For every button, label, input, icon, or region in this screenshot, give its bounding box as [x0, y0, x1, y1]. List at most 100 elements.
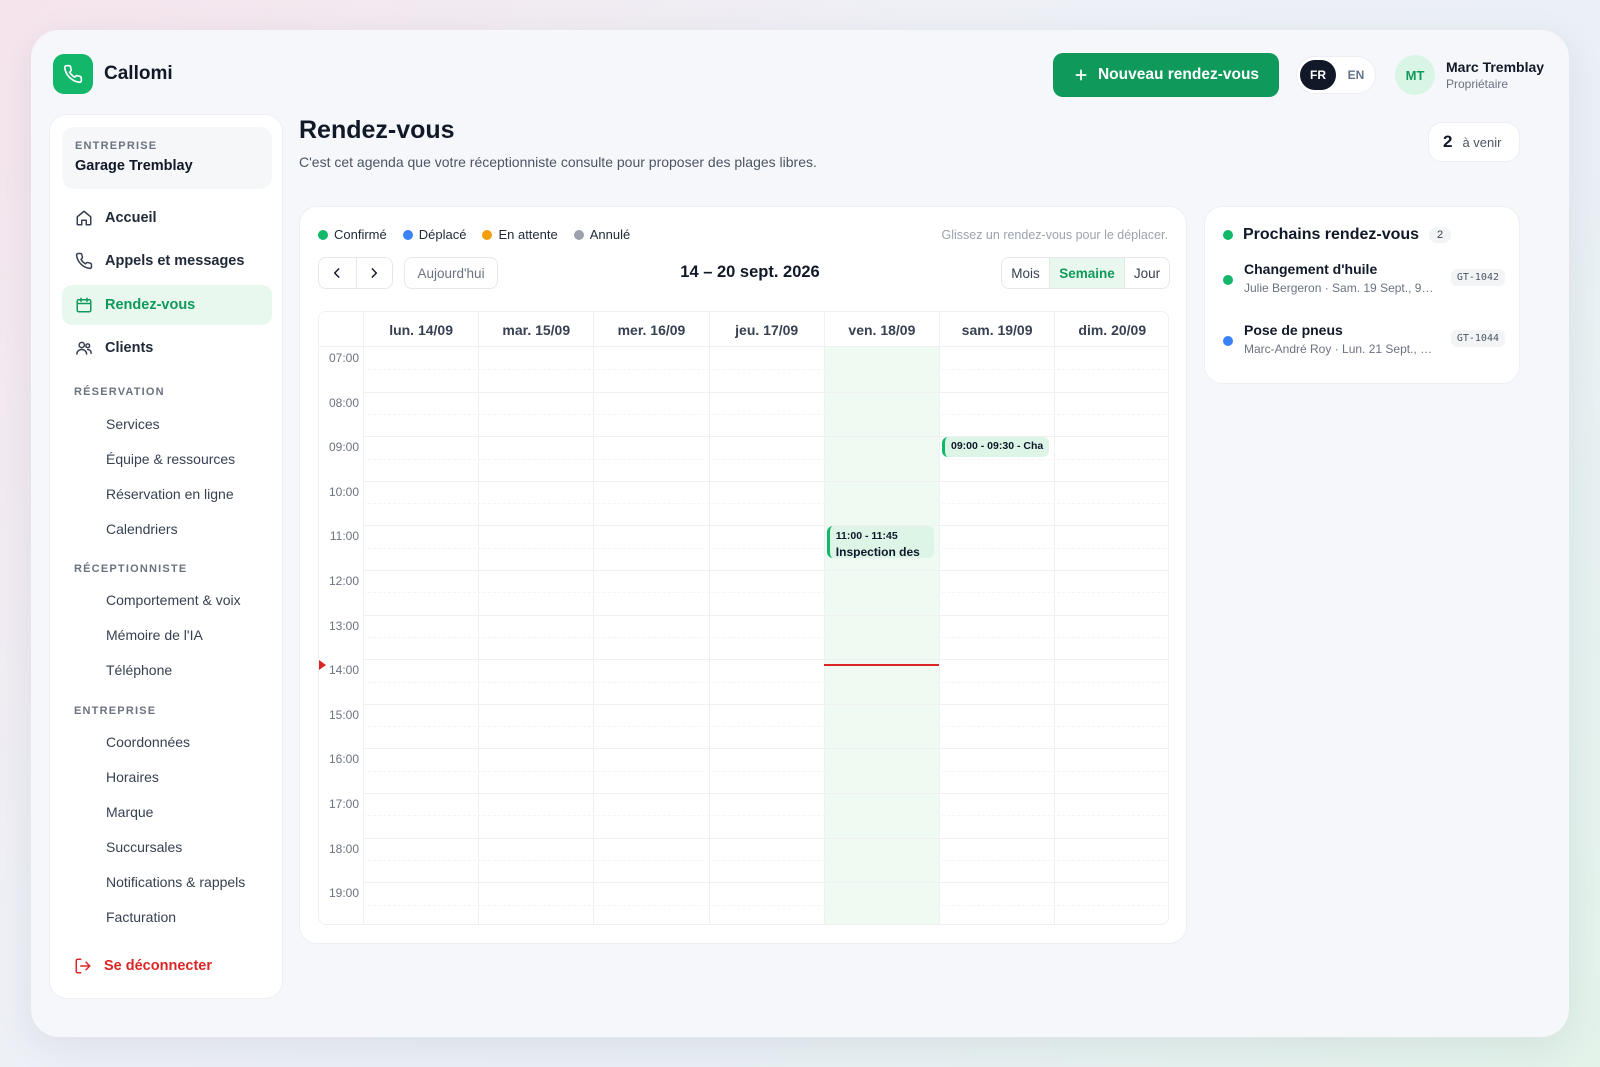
previous-week-button[interactable]: [319, 258, 356, 288]
upcoming-header: Prochains rendez-vous 2: [1223, 226, 1452, 244]
upcoming-item[interactable]: Pose de pneus Marc-André Roy · Lun. 21 S…: [1223, 322, 1505, 370]
sidebar-item-reservation-en-ligne[interactable]: Réservation en ligne: [106, 486, 234, 502]
day-header[interactable]: sam. 19/09: [939, 312, 1054, 347]
upcoming-panel: Prochains rendez-vous 2 Changement d'hui…: [1204, 206, 1520, 384]
sidebar-item-succursales[interactable]: Succursales: [106, 839, 182, 855]
date-range: 14 – 20 sept. 2026: [680, 263, 820, 281]
day-header[interactable]: mar. 15/09: [478, 312, 593, 347]
app-name: Callomi: [104, 63, 173, 84]
upcoming-count-badge: 2 à venir: [1428, 122, 1520, 162]
sidebar-item-clients[interactable]: Clients: [62, 328, 272, 368]
logout-button[interactable]: Se déconnecter: [74, 957, 212, 975]
sidebar-item-marque[interactable]: Marque: [106, 804, 153, 820]
sidebar-item-rendez-vous[interactable]: Rendez-vous: [62, 285, 272, 325]
logo[interactable]: [53, 54, 93, 94]
upcoming-count: 2: [1443, 132, 1453, 151]
sidebar-item-services[interactable]: Services: [106, 416, 160, 432]
today-button[interactable]: Aujourd'hui: [404, 257, 498, 289]
time-label: 08:00: [328, 395, 359, 410]
half-hour-line: [363, 681, 1168, 683]
sidebar: ENTREPRISE Garage Tremblay Accueil Appel…: [49, 114, 283, 999]
time-label: 11:00: [329, 529, 359, 544]
appointment-event[interactable]: 09:00 - 09:30 - Cha: [942, 437, 1050, 458]
view-switcher: Mois Semaine Jour: [1001, 257, 1170, 289]
upcoming-item-code: GT-1044: [1450, 330, 1505, 347]
hour-line: [363, 659, 1168, 661]
time-label: 12:00: [328, 574, 359, 588]
view-jour-button[interactable]: Jour: [1124, 258, 1169, 288]
sidebar-item-calendriers[interactable]: Calendriers: [106, 521, 178, 537]
user-name[interactable]: Marc Tremblay: [1446, 59, 1544, 75]
hour-line: [363, 748, 1168, 750]
sidebar-item-equipe[interactable]: Équipe & ressources: [106, 451, 235, 467]
top-bar: Callomi Nouveau rendez-vous FR EN MT Mar…: [31, 30, 1569, 120]
day-header[interactable]: lun. 14/09: [363, 312, 478, 347]
half-hour-line: [363, 726, 1168, 728]
avatar[interactable]: MT: [1395, 55, 1435, 95]
day-header[interactable]: mer. 16/09: [593, 312, 708, 347]
hour-line: [363, 837, 1168, 839]
appointment-event[interactable]: 11:00 - 11:45 Inspection des: [826, 526, 934, 558]
page-subtitle: C'est cet agenda que votre réceptionnist…: [299, 154, 817, 170]
sidebar-item-comportement[interactable]: Comportement & voix: [106, 592, 241, 608]
sidebar-item-horaires[interactable]: Horaires: [106, 769, 159, 785]
sidebar-item-telephone[interactable]: Téléphone: [106, 662, 172, 678]
logout-icon: [74, 957, 92, 975]
new-appointment-button[interactable]: Nouveau rendez-vous: [1053, 53, 1279, 97]
drag-hint: Glissez un rendez-vous pour le déplacer.: [941, 228, 1168, 242]
time-label: 07:00: [328, 351, 359, 365]
chevron-left-icon: [330, 266, 344, 280]
lang-fr-button[interactable]: FR: [1300, 60, 1336, 90]
status-dot: [482, 229, 493, 240]
day-header[interactable]: dim. 20/09: [1054, 312, 1168, 347]
sidebar-item-facturation[interactable]: Facturation: [106, 909, 176, 925]
time-label: 16:00: [328, 752, 359, 767]
time-label: 19:00: [328, 886, 359, 901]
event-title: Inspection des: [835, 545, 920, 558]
next-week-button[interactable]: [355, 258, 393, 288]
phone-icon: [75, 252, 93, 270]
company-card[interactable]: ENTREPRISE Garage Tremblay: [62, 127, 272, 189]
half-hour-line: [363, 815, 1168, 817]
time-label: 18:00: [328, 841, 359, 856]
hour-line: [363, 480, 1168, 482]
half-hour-line: [363, 413, 1168, 415]
upcoming-item-name: Changement d'huile: [1244, 261, 1378, 277]
half-hour-line: [363, 592, 1168, 594]
half-hour-line: [363, 458, 1168, 460]
hour-line: [363, 525, 1168, 527]
section-label-entreprise: ENTREPRISE: [74, 705, 157, 717]
page-title: Rendez-vous: [299, 116, 455, 144]
sidebar-item-label: Clients: [105, 340, 154, 356]
chevron-right-icon: [367, 266, 381, 280]
sidebar-item-appels[interactable]: Appels et messages: [62, 241, 272, 281]
lang-en-button[interactable]: EN: [1339, 60, 1373, 90]
event-time: 11:00 - 11:45: [835, 530, 898, 543]
view-mois-button[interactable]: Mois: [1002, 258, 1049, 288]
sidebar-item-coordonnees[interactable]: Coordonnées: [106, 734, 190, 750]
current-time-line: [823, 663, 939, 666]
sidebar-item-label: Appels et messages: [105, 253, 245, 269]
day-header-row: lun. 14/09 mar. 15/09 mer. 16/09 jeu. 17/09…: [319, 312, 1168, 347]
upcoming-count-label: à venir: [1462, 134, 1502, 150]
time-label: 09:00: [328, 440, 359, 455]
day-header[interactable]: ven. 18/09: [823, 312, 939, 347]
sidebar-item-notifications[interactable]: Notifications & rappels: [106, 874, 245, 890]
hour-line: [363, 570, 1168, 571]
legend-label: Déplacé: [418, 227, 467, 242]
view-semaine-button[interactable]: Semaine: [1049, 258, 1124, 288]
day-header[interactable]: jeu. 17/09: [708, 312, 824, 347]
week-navigation: [318, 257, 393, 289]
status-dot: [402, 229, 413, 240]
sidebar-item-label: Accueil: [105, 210, 157, 226]
half-hour-line: [363, 369, 1168, 371]
upcoming-item[interactable]: Changement d'huile Julie Bergeron · Sam.…: [1223, 261, 1505, 309]
event-label: 09:00 - 09:30 - Cha: [951, 440, 1044, 453]
sidebar-item-accueil[interactable]: Accueil: [62, 198, 272, 238]
user-role: Propriétaire: [1446, 77, 1509, 91]
hour-line: [363, 436, 1168, 438]
hour-line: [363, 614, 1168, 616]
hour-line: [363, 882, 1168, 884]
sidebar-item-memoire[interactable]: Mémoire de l'IA: [106, 627, 203, 643]
time-grid[interactable]: 07:00 08:00 09:00 10:00 11:00 12:00 13:00 14:00…: [319, 347, 1168, 924]
